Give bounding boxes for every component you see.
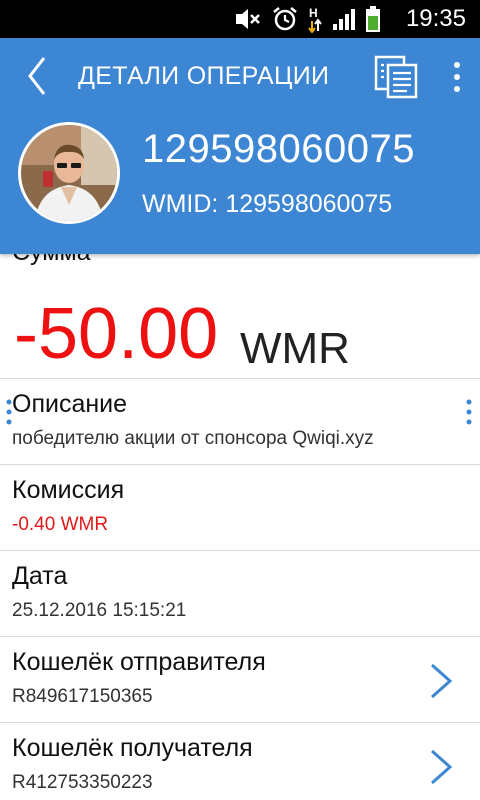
drag-handle-icon (466, 399, 472, 425)
detail-row-description: Описание победителю акции от спонсора Qw… (0, 379, 480, 465)
receipt-icon[interactable] (374, 54, 420, 100)
detail-label: Дата (12, 562, 68, 590)
more-options-icon[interactable] (446, 58, 468, 98)
detail-label: Кошелёк получателя (12, 734, 253, 762)
page-title: ДЕТАЛИ ОПЕРАЦИИ (78, 62, 330, 90)
detail-row-date: Дата 25.12.2016 15:15:21 (0, 551, 480, 637)
chevron-right-icon[interactable] (426, 661, 456, 701)
account-number: 129598060075 (142, 127, 415, 171)
wmid-label: WMID: 129598060075 (142, 190, 393, 218)
mute-icon (236, 9, 260, 29)
avatar (18, 122, 120, 224)
signal-icon (333, 9, 355, 30)
amount-value: -50.00 (14, 294, 219, 374)
status-time: 19:35 (405, 5, 466, 32)
status-bar: H 19:35 (0, 0, 480, 38)
detail-value: победителю акции от спонсора Qwiqi.xyz (12, 428, 374, 449)
amount-currency: WMR (240, 324, 350, 373)
detail-value: -0.40 WMR (12, 514, 109, 535)
amount-label: Сумма (12, 254, 91, 267)
detail-label: Описание (12, 390, 128, 418)
detail-value: R849617150365 (12, 686, 153, 707)
detail-row-commission: Комиссия -0.40 WMR (0, 465, 480, 551)
detail-label: Кошелёк отправителя (12, 648, 266, 676)
status-icons: H (234, 6, 380, 33)
svg-text:H: H (309, 6, 318, 20)
detail-label: Комиссия (12, 476, 125, 504)
app-header: ДЕТАЛИ ОПЕРАЦИИ 129598060075 WMID: 12959… (0, 38, 480, 254)
battery-icon (366, 6, 380, 32)
detail-value: R412753350223 (12, 772, 153, 793)
detail-row-sender-wallet[interactable]: Кошелёк отправителя R849617150365 (0, 637, 480, 723)
avatar-photo (21, 125, 117, 221)
amount-section: Сумма -50.00 WMR (0, 254, 480, 379)
chevron-right-icon[interactable] (426, 747, 456, 787)
operation-details: Сумма -50.00 WMR Описание победителю акц… (0, 254, 480, 800)
alarm-icon (273, 7, 297, 31)
detail-row-receiver-wallet[interactable]: Кошелёк получателя R412753350223 (0, 723, 480, 800)
back-button[interactable] (18, 54, 58, 98)
data-h-icon: H (308, 6, 322, 33)
detail-value: 25.12.2016 15:15:21 (12, 600, 187, 621)
